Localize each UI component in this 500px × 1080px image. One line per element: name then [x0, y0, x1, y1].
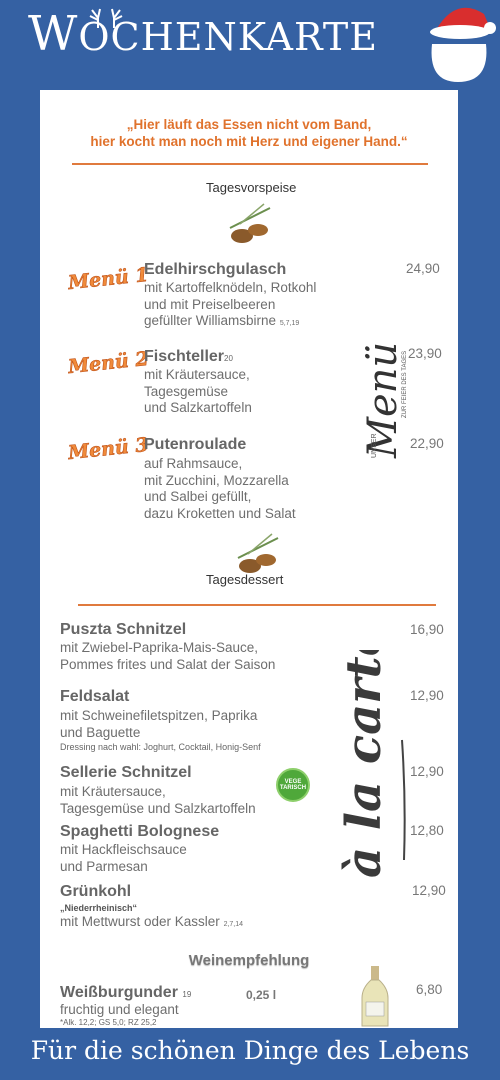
vegetarian-badge: VEGE TARISCH: [276, 768, 310, 802]
svg-text:à la carte: à la carte: [336, 650, 392, 878]
dish-title: Feldsalat: [60, 688, 130, 705]
wine-desc: fruchtig und elegant: [60, 1002, 179, 1017]
dish-note: „Niederrheinisch“: [60, 903, 138, 913]
dish-desc: mit Kräutersauce, Tagesgemüse und Salzka…: [60, 784, 256, 816]
menu-dish-title: Putenroulade: [144, 436, 247, 453]
svg-text:ZUR FEIER DES TAGES: ZUR FEIER DES TAGES: [402, 351, 408, 418]
menu-dish-desc: mit Kartoffelknödeln, Rotkohl und mit Pr…: [144, 280, 317, 328]
wine-amount: 0,25 l: [246, 988, 277, 1002]
dish-title: Sellerie Schnitzel: [60, 764, 192, 781]
dish-price: 12,90: [410, 688, 444, 703]
svg-text:UNSER: UNSER: [371, 433, 378, 458]
divider: [72, 163, 428, 165]
dish-desc: mit Zwiebel-Paprika-Mais-Sauce, Pommes f…: [60, 640, 276, 672]
menu-dish-desc: auf Rahmsauce, mit Zucchini, Mozzarella …: [144, 456, 296, 521]
menu-card: „Hier läuft das Essen nicht vom Band, hi…: [40, 90, 458, 1028]
menu-script-logo: Menü UNSER ZUR FEIER DES TAGES: [360, 342, 408, 459]
dish-price: 12,80: [410, 823, 444, 838]
dish-price: 12,90: [412, 883, 446, 898]
antlers-icon: [89, 8, 123, 28]
dish-price: 12,90: [410, 764, 444, 779]
menu-dish-desc: mit Kräutersauce, Tagesgemüse und Salzka…: [144, 367, 252, 415]
menu-tag-1: Menü 1: [67, 263, 150, 295]
wine-bottle-icon: [361, 966, 389, 1027]
santa-hat-icon: [430, 7, 496, 82]
dressing-note: Dressing nach wahl: Joghurt, Cocktail, H…: [60, 742, 261, 752]
a-la-carte-script: à la carte: [336, 650, 406, 878]
wine-name: Weißburgunder 19: [60, 984, 192, 1001]
dish-title: Grünkohl: [60, 883, 132, 900]
quote: „Hier läuft das Essen nicht vom Band, hi…: [90, 117, 408, 149]
dish-desc: mit Schweinefiletspitzen, Paprika und Ba…: [60, 708, 258, 740]
starter-label: Tagesvorspeise: [206, 180, 297, 195]
menu-tag-3: Menü 3: [67, 433, 150, 465]
svg-text:Menü: Menü: [360, 342, 406, 459]
dish-title: Puszta Schnitzel: [60, 621, 187, 638]
page-title: WOCHENKARTE: [28, 6, 379, 62]
menu-dish-title: Fischteller20: [144, 348, 233, 365]
wine-note: *Alk. 12,2; GS 5,0; RZ 25,2: [60, 1018, 157, 1027]
dish-desc: mit Hackfleischsauce und Parmesan: [60, 842, 187, 874]
footer-slogan: Für die schönen Dinge des Lebens: [30, 1036, 470, 1065]
wine-price: 6,80: [416, 982, 443, 997]
wine-heading: Weinempfehlung: [188, 952, 310, 969]
menu-dish-title: Edelhirschgulasch: [144, 261, 287, 278]
dish-price: 16,90: [410, 622, 444, 637]
pinecone-icon: [229, 203, 271, 243]
dish-desc: mit Mettwurst oder Kassler 2,7,14: [60, 914, 244, 929]
dessert-label: Tagesdessert: [206, 572, 284, 587]
divider: [78, 604, 436, 606]
menu-tag-2: Menü 2: [67, 347, 150, 379]
dish-title: Spaghetti Bolognese: [60, 823, 220, 840]
